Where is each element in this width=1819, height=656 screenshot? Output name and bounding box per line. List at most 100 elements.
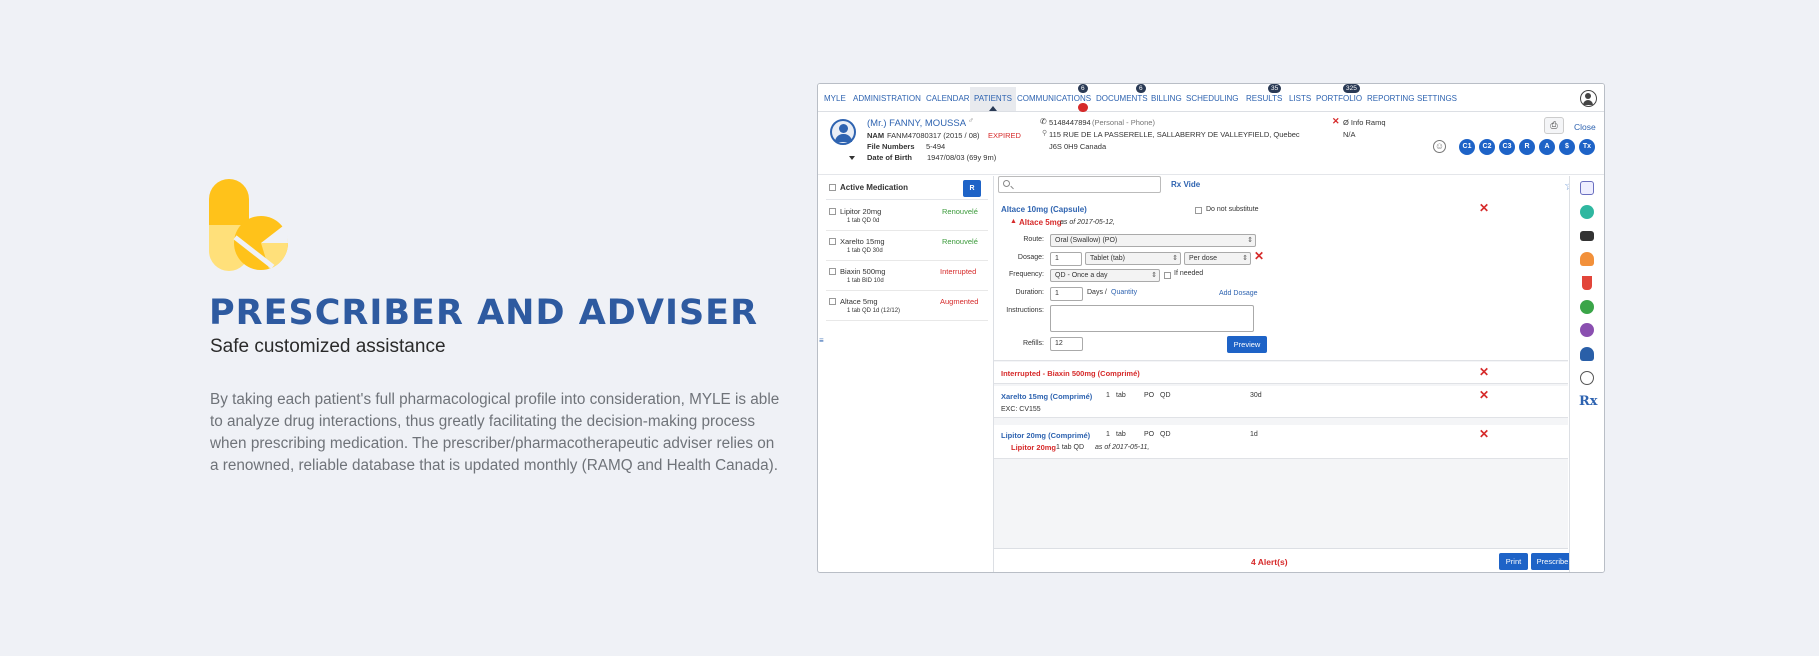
app-window: MYLE ADMINISTRATION CALENDAR PATIENTS CO… <box>817 83 1605 573</box>
close-link[interactable]: Close <box>1574 122 1596 132</box>
instructions-textarea[interactable] <box>1050 305 1254 332</box>
patient-name[interactable]: (Mr.) FANNY, MOUSSA <box>867 118 966 129</box>
nav-item-calendar[interactable]: CALENDAR <box>926 94 970 103</box>
c3-button[interactable]: C3 <box>1499 139 1515 155</box>
form-icon[interactable] <box>1580 181 1594 195</box>
list-item[interactable]: Xarelto 15mg 1 tab QD 30d Renouvelé <box>826 231 988 261</box>
dosage-qty-input[interactable]: 1 <box>1050 252 1082 266</box>
do-not-substitute-checkbox[interactable] <box>1195 207 1202 214</box>
nav-item-scheduling[interactable]: SCHEDULING <box>1186 94 1238 103</box>
rx-icon[interactable]: Rx <box>1579 394 1598 409</box>
c1-button[interactable]: C1 <box>1459 139 1475 155</box>
nav-item-settings[interactable]: SETTINGS <box>1417 94 1457 103</box>
lipitor-rx-title[interactable]: Lipitor 20mg (Comprimé) <box>1001 431 1090 440</box>
xarelto-rx-title[interactable]: Xarelto 15mg (Comprimé) <box>1001 392 1092 401</box>
family-icon[interactable] <box>1580 323 1594 337</box>
list-item[interactable]: Lipitor 20mg 1 tab QD 0d Renouvelé <box>826 201 988 231</box>
flask-icon[interactable] <box>1582 276 1592 290</box>
results-badge: 35 <box>1268 84 1282 93</box>
add-dosage-link[interactable]: Add Dosage <box>1219 290 1258 297</box>
prescription-card-altace: Altace 10mg (Capsule) Do not substitute … <box>994 197 1568 361</box>
c2-button[interactable]: C2 <box>1479 139 1495 155</box>
printer-icon[interactable]: ⎙ <box>1544 117 1564 134</box>
list-item[interactable]: Altace 5mg 1 tab QD 1d (12/12) Augmented <box>826 291 988 321</box>
med-checkbox[interactable] <box>829 208 836 215</box>
med-dose: 1 tab QD 1d (12/12) <box>847 308 901 314</box>
quantity-link[interactable]: Quantity <box>1111 289 1137 296</box>
rx-vide-link[interactable]: Rx Vide <box>1171 180 1200 189</box>
dosage-form-select[interactable]: Tablet (tab) <box>1085 252 1181 265</box>
duration-input[interactable]: 1 <box>1050 287 1083 301</box>
user-circle-icon[interactable] <box>1580 90 1597 107</box>
list-item[interactable]: Biaxin 500mg 1 tab BID 10d Interrupted <box>826 261 988 291</box>
nam-label: NAM <box>867 131 885 140</box>
remove-rx-close-icon[interactable]: ✕ <box>1479 201 1489 215</box>
med-checkbox[interactable] <box>829 238 836 245</box>
alerts-count[interactable]: 4 Alert(s) <box>1251 557 1288 567</box>
nav-item-portfolio[interactable]: PORTFOLIO <box>1316 94 1362 103</box>
prescription-card-xarelto: Xarelto 15mg (Comprimé) 1 tab PO QD 30d … <box>994 386 1568 418</box>
xarelto-duration: 30d <box>1250 392 1262 399</box>
med-checkbox[interactable] <box>829 268 836 275</box>
frequency-select[interactable]: QD - Once a day <box>1050 269 1160 282</box>
remove-biaxin-close-icon[interactable]: ✕ <box>1479 365 1489 379</box>
search-input[interactable] <box>998 176 1161 193</box>
med-status: Augmented <box>940 297 979 306</box>
med-name: Biaxin 500mg <box>840 267 886 276</box>
a-circle-button[interactable]: A <box>1539 139 1555 155</box>
nav-item-myle[interactable]: MYLE <box>824 94 846 103</box>
avatar-chevron-down-icon[interactable] <box>849 156 855 160</box>
address-line2: J6S 0H9 Canada <box>1049 142 1107 151</box>
nav-item-communications[interactable]: COMMUNICATIONS <box>1017 94 1091 103</box>
renew-button[interactable]: R <box>963 180 981 197</box>
xarelto-qty: 1 <box>1106 392 1110 399</box>
doctor-icon[interactable] <box>1580 347 1594 361</box>
folder-icon[interactable] <box>1580 231 1594 241</box>
prescription-card-biaxin: Interrupted - Biaxin 500mg (Comprimé) ✕ <box>994 362 1568 384</box>
print-button[interactable]: Print <box>1499 553 1528 570</box>
side-menu-icon[interactable]: ≡ <box>819 336 824 345</box>
nav-item-reporting[interactable]: REPORTING <box>1367 94 1414 103</box>
frequency-label: Frequency: <box>1008 271 1044 278</box>
hero-title: PRESCRIBER AND ADVISER <box>209 293 759 333</box>
preview-button[interactable]: Preview <box>1227 336 1267 353</box>
patient-avatar[interactable] <box>830 119 856 145</box>
nav-item-lists[interactable]: LISTS <box>1289 94 1311 103</box>
if-needed-checkbox[interactable] <box>1164 272 1171 279</box>
nav-item-results[interactable]: RESULTS <box>1246 94 1282 103</box>
interrupted-rx-title[interactable]: Interrupted - Biaxin 500mg (Comprimé) <box>1001 369 1140 378</box>
documents-badge: 6 <box>1136 84 1146 93</box>
remove-lipitor-close-icon[interactable]: ✕ <box>1479 427 1489 441</box>
nav-item-documents[interactable]: DOCUMENTS <box>1096 94 1148 103</box>
clock-icon[interactable] <box>1580 205 1594 219</box>
dosage-per-select[interactable]: Per dose <box>1184 252 1251 265</box>
nav-item-patients[interactable]: PATIENTS <box>970 87 1016 111</box>
route-label: Route: <box>1023 236 1044 243</box>
page: PRESCRIBER AND ADVISER Safe customized a… <box>0 0 1819 656</box>
nav-item-billing[interactable]: BILLING <box>1151 94 1182 103</box>
remove-xarelto-close-icon[interactable]: ✕ <box>1479 388 1489 402</box>
select-all-checkbox[interactable] <box>829 184 836 191</box>
drug-title[interactable]: Altace 10mg (Capsule) <box>1001 205 1087 214</box>
prescribe-button[interactable]: Prescribe <box>1531 553 1574 570</box>
hero-subtitle: Safe customized assistance <box>210 336 446 357</box>
dollar-circle-button[interactable]: $ <box>1559 139 1575 155</box>
phone-type: (Personal - Phone) <box>1092 118 1155 127</box>
stethoscope-icon[interactable] <box>1580 371 1594 385</box>
phone-icon: ✆ <box>1040 117 1047 126</box>
nav-item-administration[interactable]: ADMINISTRATION <box>853 94 921 103</box>
lipitor-route: PO <box>1144 431 1155 438</box>
r-circle-button[interactable]: R <box>1519 139 1535 155</box>
remove-dosage-close-icon[interactable]: ✕ <box>1254 249 1264 263</box>
route-select[interactable]: Oral (Swallow) (PO) <box>1050 234 1256 247</box>
person-icon[interactable] <box>1580 252 1594 266</box>
active-caret-icon <box>988 106 997 111</box>
tx-circle-button[interactable]: Tx <box>1579 139 1595 155</box>
refills-input[interactable]: 12 <box>1050 337 1083 351</box>
active-medication-header: Active Medication R <box>826 176 988 200</box>
pie-chart-icon[interactable] <box>1580 300 1594 314</box>
nam-status: EXPIRED <box>988 131 1021 140</box>
med-dose: 1 tab QD 30d <box>847 248 883 254</box>
med-checkbox[interactable] <box>829 298 836 305</box>
smiley-icon[interactable]: ☺ <box>1433 140 1446 153</box>
